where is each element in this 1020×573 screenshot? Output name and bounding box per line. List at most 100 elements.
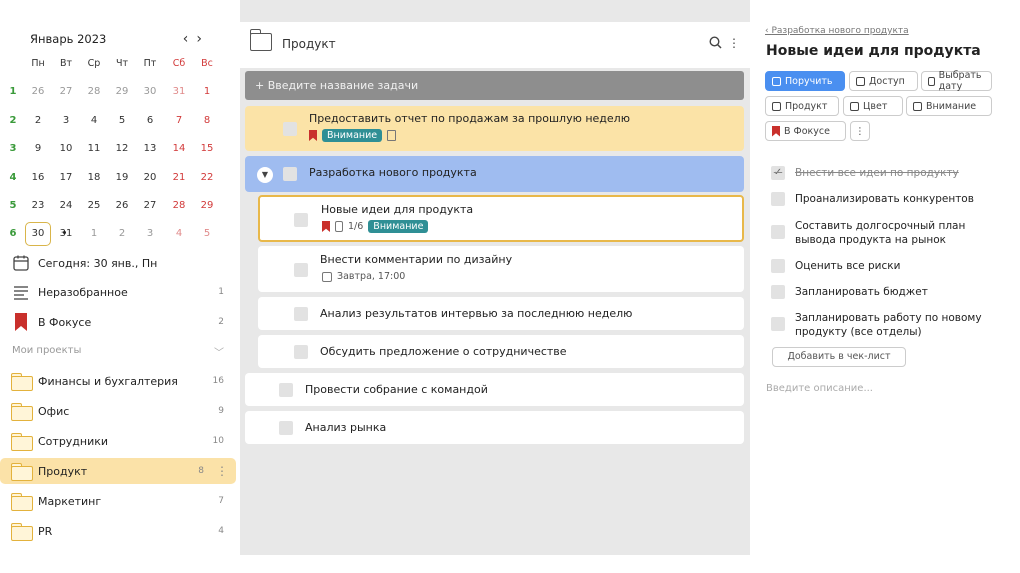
calendar-day[interactable]: 24 (53, 194, 79, 218)
task-checkbox[interactable] (294, 345, 308, 359)
checklist-item[interactable]: Оценить все риски (771, 259, 900, 273)
checklist-item[interactable]: Запланировать работу по новому продукту … (771, 311, 986, 339)
task-checkbox[interactable] (279, 421, 293, 435)
calendar-day[interactable]: 20 (137, 166, 163, 190)
calendar-day[interactable]: 22 (194, 166, 220, 190)
checklist-checkbox[interactable] (771, 225, 785, 239)
calendar-day[interactable]: 25 (81, 194, 107, 218)
calendar-day[interactable]: 26 (109, 194, 135, 218)
calendar-day[interactable]: 4 (166, 222, 192, 246)
task-row[interactable]: Внести комментарии по дизайну Завтра, 17… (258, 246, 744, 292)
checklist-checkbox[interactable] (771, 259, 785, 273)
color-button[interactable]: Цвет (843, 96, 903, 116)
description-input[interactable]: Введите описание... (766, 383, 873, 394)
calendar-day[interactable]: 14 (166, 137, 192, 161)
task-due-date: Завтра, 17:00 (337, 271, 406, 282)
calendar-day[interactable]: 1 (194, 80, 220, 104)
breadcrumb[interactable]: ‹ Разработка нового продукта (765, 26, 909, 36)
calendar-day[interactable]: 3 (137, 222, 163, 246)
calendar-day[interactable]: 12 (109, 137, 135, 161)
more-icon[interactable]: ⋮ (216, 464, 228, 478)
task-checkbox[interactable] (294, 213, 308, 227)
calendar-icon (928, 76, 935, 86)
search-icon[interactable] (709, 36, 722, 49)
checklist-item[interactable]: Запланировать бюджет (771, 285, 928, 299)
calendar-day[interactable]: 17 (53, 166, 79, 190)
task-checkbox[interactable] (283, 122, 297, 136)
calendar-day[interactable]: 5 (194, 222, 220, 246)
calendar-day[interactable]: 4 (81, 109, 107, 133)
task-checkbox[interactable] (294, 307, 308, 321)
calendar-day[interactable]: 28 (166, 194, 192, 218)
calendar-day[interactable]: 3 (53, 109, 79, 133)
task-row[interactable]: Анализ результатов интервью за последнюю… (258, 297, 744, 330)
calendar-day[interactable]: 30 (137, 80, 163, 104)
sidebar-project-item[interactable]: Сотрудники 10 (0, 428, 236, 454)
sidebar-item-focus[interactable]: В Фокусе 2 (0, 309, 236, 335)
more-button[interactable]: ⋮ (850, 121, 870, 141)
sidebar-project-item[interactable]: PR 4 (0, 518, 236, 544)
task-group-row[interactable]: ▼ Разработка нового продукта (245, 156, 744, 192)
calendar-day[interactable]: 31 (53, 222, 79, 246)
calendar-day[interactable]: 2 (109, 222, 135, 246)
chevron-left-icon[interactable]: ‹ (183, 31, 197, 47)
calendar-day-today[interactable]: 30 (25, 222, 51, 247)
task-checkbox[interactable] (279, 383, 293, 397)
calendar-day[interactable]: 6 (137, 109, 163, 133)
calendar-day[interactable]: 29 (109, 80, 135, 104)
calendar-day[interactable]: 29 (194, 194, 220, 218)
calendar-day[interactable]: 27 (137, 194, 163, 218)
task-row[interactable]: Анализ рынка (245, 411, 744, 444)
access-button[interactable]: Доступ (849, 71, 918, 91)
calendar-day[interactable]: 15 (194, 137, 220, 161)
calendar-day[interactable]: 18 (81, 166, 107, 190)
assign-button[interactable]: Поручить (765, 71, 845, 91)
checklist-item[interactable]: Составить долгосрочный план вывода проду… (771, 219, 971, 247)
task-row[interactable]: Провести собрание с командой (245, 373, 744, 406)
checklist-item[interactable]: Проанализировать конкурентов (771, 192, 974, 206)
calendar-day[interactable]: 5 (109, 109, 135, 133)
calendar-day[interactable]: 26 (25, 80, 51, 104)
sidebar-project-item[interactable]: Финансы и бухгалтерия 16 (0, 368, 236, 394)
calendar-day[interactable]: 8 (194, 109, 220, 133)
focus-button[interactable]: В Фокусе (765, 121, 846, 141)
calendar-day[interactable]: 7 (166, 109, 192, 133)
add-task-input[interactable]: + Введите название задачи (245, 71, 744, 100)
project-button[interactable]: Продукт (765, 96, 839, 116)
calendar-day[interactable]: 28 (81, 80, 107, 104)
checklist-checkbox[interactable] (771, 285, 785, 299)
task-row[interactable]: Предоставить отчет по продажам за прошлу… (245, 106, 744, 151)
checklist-item[interactable]: ✓ Внести все идеи по продукту (771, 166, 959, 180)
task-checkbox[interactable] (283, 167, 297, 181)
calendar-day[interactable]: 9 (25, 137, 51, 161)
sidebar-project-item[interactable]: Продукт 8 ⋮ (0, 458, 236, 484)
calendar-day[interactable]: 31 (166, 80, 192, 104)
sidebar-item-today[interactable]: Сегодня: 30 янв., Пн (0, 250, 236, 276)
calendar-day[interactable]: 2 (25, 109, 51, 133)
add-checklist-button[interactable]: Добавить в чек-лист (772, 347, 906, 367)
checklist-checkbox[interactable] (771, 317, 785, 331)
task-row-selected[interactable]: Новые идеи для продукта 1/6 Внимание (258, 195, 744, 242)
calendar-day[interactable]: 27 (53, 80, 79, 104)
chevron-down-icon[interactable]: ▼ (257, 167, 273, 183)
chevron-right-icon[interactable]: › (196, 31, 210, 47)
pick-date-button[interactable]: Выбрать дату (921, 70, 992, 92)
sidebar-item-inbox[interactable]: Неразобранное 1 (0, 279, 236, 305)
checkmark-icon[interactable]: ✓ (771, 166, 785, 180)
calendar-day[interactable]: 11 (81, 137, 107, 161)
chevron-down-icon[interactable]: ﹀ (214, 344, 224, 359)
checklist-checkbox[interactable] (771, 192, 785, 206)
attention-button[interactable]: Внимание (906, 96, 992, 116)
task-row[interactable]: Обсудить предложение о сотрудничестве (258, 335, 744, 368)
calendar-day[interactable]: 23 (25, 194, 51, 218)
task-checkbox[interactable] (294, 263, 308, 277)
more-icon[interactable]: ⋮ (728, 36, 740, 50)
calendar-day[interactable]: 21 (166, 166, 192, 190)
calendar-day[interactable]: 16 (25, 166, 51, 190)
calendar-day[interactable]: 13 (137, 137, 163, 161)
calendar-day[interactable]: 1 (81, 222, 107, 246)
calendar-day[interactable]: 19 (109, 166, 135, 190)
sidebar-project-item[interactable]: Офис 9 (0, 398, 236, 424)
calendar-day[interactable]: 10 (53, 137, 79, 161)
sidebar-project-item[interactable]: Маркетинг 7 (0, 488, 236, 514)
